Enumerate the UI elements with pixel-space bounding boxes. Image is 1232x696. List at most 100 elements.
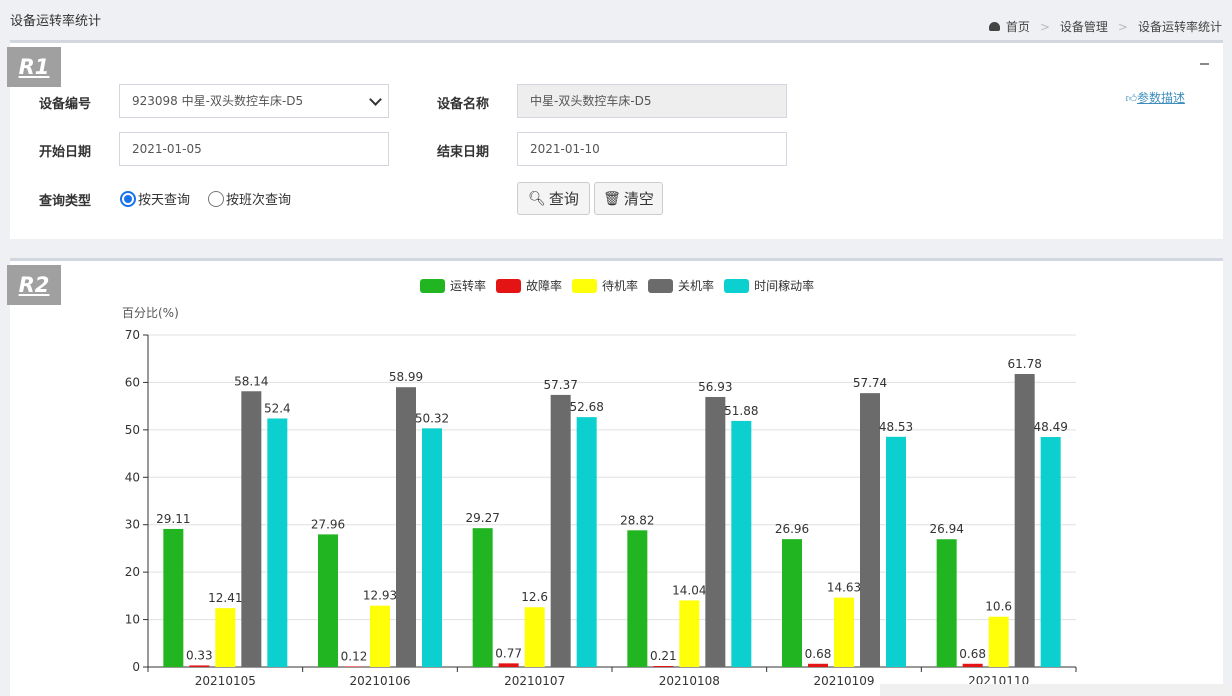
bar bbox=[241, 391, 262, 667]
device-no-select[interactable]: 923098 中星-双头数控车床-D5 bbox=[119, 84, 389, 118]
radio-by-day[interactable]: 按天查询 bbox=[120, 189, 190, 208]
y-axis-label: 百分比(%) bbox=[122, 306, 179, 320]
data-label: 0.33 bbox=[186, 648, 213, 662]
x-tick-label: 20210109 bbox=[813, 674, 874, 688]
radio-by-day-label: 按天查询 bbox=[138, 193, 191, 208]
device-name-value: 中星-双头数控车床-D5 bbox=[530, 94, 652, 108]
bar bbox=[318, 534, 338, 667]
bar bbox=[396, 387, 416, 667]
data-label: 50.32 bbox=[415, 411, 449, 425]
bar bbox=[267, 418, 288, 667]
x-tick-label: 20210105 bbox=[195, 674, 256, 688]
bar bbox=[189, 665, 210, 667]
chart: 百分比(%) 0 10 20 30 40 50 60 70 20210105 29.11 0.33 12… bbox=[122, 306, 1077, 688]
data-label: 12.93 bbox=[363, 589, 397, 603]
thumbs-up-icon: 👍︎ bbox=[1125, 92, 1137, 105]
bar bbox=[370, 605, 390, 667]
data-label: 0.68 bbox=[959, 647, 986, 661]
y-tick-label: 70 bbox=[125, 328, 140, 342]
data-label: 28.82 bbox=[620, 513, 654, 527]
data-label: 27.96 bbox=[311, 517, 345, 531]
data-label: 12.6 bbox=[521, 590, 548, 604]
bar bbox=[524, 607, 545, 667]
end-date-input[interactable]: 2021-01-10 bbox=[517, 132, 787, 166]
chart-legend: 运转率 故障率 待机率 关机率 时间稼动率 bbox=[420, 277, 824, 294]
data-label: 51.88 bbox=[724, 404, 758, 418]
bar bbox=[422, 428, 442, 667]
radio-by-shift[interactable]: 按班次查询 bbox=[208, 189, 291, 208]
query-button[interactable]: 🔍︎ 查询 bbox=[517, 182, 590, 215]
bar bbox=[1014, 373, 1035, 667]
bar bbox=[705, 396, 726, 667]
data-label: 29.11 bbox=[156, 512, 190, 526]
data-label: 0.77 bbox=[495, 646, 522, 660]
radio-by-shift-label: 按班次查询 bbox=[226, 193, 292, 208]
data-label: 14.63 bbox=[827, 581, 861, 595]
legend-item[interactable]: 关机率 bbox=[648, 277, 714, 294]
bar bbox=[627, 530, 648, 667]
data-label: 52.68 bbox=[569, 400, 603, 414]
bar bbox=[163, 528, 184, 667]
x-tick-label: 20210107 bbox=[504, 674, 565, 688]
data-label: 26.96 bbox=[775, 522, 809, 536]
bar bbox=[1040, 437, 1061, 667]
bar bbox=[962, 663, 983, 667]
bar bbox=[886, 436, 906, 667]
y-tick-label: 0 bbox=[132, 660, 140, 674]
legend-item[interactable]: 时间稼动率 bbox=[724, 277, 814, 294]
legend-label: 故障率 bbox=[526, 279, 563, 293]
chart-panel: 百分比(%) 0 10 20 30 40 50 60 70 20210105 29.11 0.33 12… bbox=[7, 258, 1223, 696]
bar bbox=[653, 666, 674, 667]
bar bbox=[472, 528, 493, 667]
param-description-link[interactable]: 👍︎参数描述 bbox=[1125, 89, 1185, 106]
legend-item[interactable]: 故障率 bbox=[496, 277, 562, 294]
data-label: 48.53 bbox=[879, 420, 913, 434]
legend-swatch bbox=[420, 278, 445, 293]
collapse-icon[interactable] bbox=[1200, 63, 1209, 65]
trash-icon: 🗑︎ bbox=[603, 190, 621, 207]
data-label: 57.37 bbox=[543, 378, 577, 392]
y-tick-label: 10 bbox=[125, 613, 140, 627]
legend-swatch bbox=[648, 278, 674, 293]
search-icon: 🔍︎ bbox=[528, 190, 546, 207]
legend-item[interactable]: 运转率 bbox=[420, 277, 486, 294]
legend-item[interactable]: 待机率 bbox=[572, 277, 638, 294]
device-no-value: 923098 中星-双头数控车床-D5 bbox=[132, 94, 304, 108]
bar bbox=[988, 616, 1009, 667]
breadcrumb-device-mgmt[interactable]: 设备管理 bbox=[1060, 18, 1108, 35]
dashboard-icon bbox=[988, 22, 1000, 31]
overlay-corner bbox=[880, 684, 1232, 696]
data-label: 61.78 bbox=[1007, 357, 1041, 371]
data-label: 12.41 bbox=[208, 591, 242, 605]
start-date-input[interactable]: 2021-01-05 bbox=[119, 132, 389, 166]
data-label: 26.94 bbox=[929, 522, 963, 536]
legend-label: 运转率 bbox=[450, 279, 487, 293]
data-label: 10.6 bbox=[985, 600, 1012, 614]
data-label: 0.21 bbox=[650, 649, 677, 663]
y-tick-label: 20 bbox=[125, 565, 140, 579]
bar bbox=[731, 420, 752, 667]
device-no-label: 设备编号 bbox=[39, 97, 92, 112]
start-date-value: 2021-01-05 bbox=[132, 142, 202, 156]
data-label: 58.99 bbox=[389, 370, 423, 384]
device-name-field: 中星-双头数控车床-D5 bbox=[517, 84, 787, 118]
x-tick-label: 20210108 bbox=[659, 674, 720, 688]
data-label: 0.68 bbox=[805, 647, 832, 661]
end-date-value: 2021-01-10 bbox=[530, 142, 600, 156]
end-date-label: 结束日期 bbox=[437, 145, 490, 160]
data-label: 48.49 bbox=[1033, 420, 1067, 434]
query-type-label: 查询类型 bbox=[39, 194, 92, 209]
clear-button-label: 清空 bbox=[623, 190, 654, 208]
data-label: 52.4 bbox=[264, 401, 291, 415]
bar bbox=[215, 608, 236, 667]
data-label: 14.04 bbox=[672, 583, 706, 597]
data-label: 58.14 bbox=[234, 374, 268, 388]
bar bbox=[936, 539, 957, 667]
bar bbox=[834, 597, 854, 667]
radio-unchecked-icon bbox=[208, 190, 224, 207]
bar bbox=[860, 393, 880, 667]
breadcrumb-separator: > bbox=[1117, 19, 1128, 34]
region-badge-r1: R1 bbox=[7, 47, 61, 87]
breadcrumb-home[interactable]: 首页 bbox=[1006, 18, 1030, 35]
clear-button[interactable]: 🗑︎ 清空 bbox=[594, 182, 663, 215]
